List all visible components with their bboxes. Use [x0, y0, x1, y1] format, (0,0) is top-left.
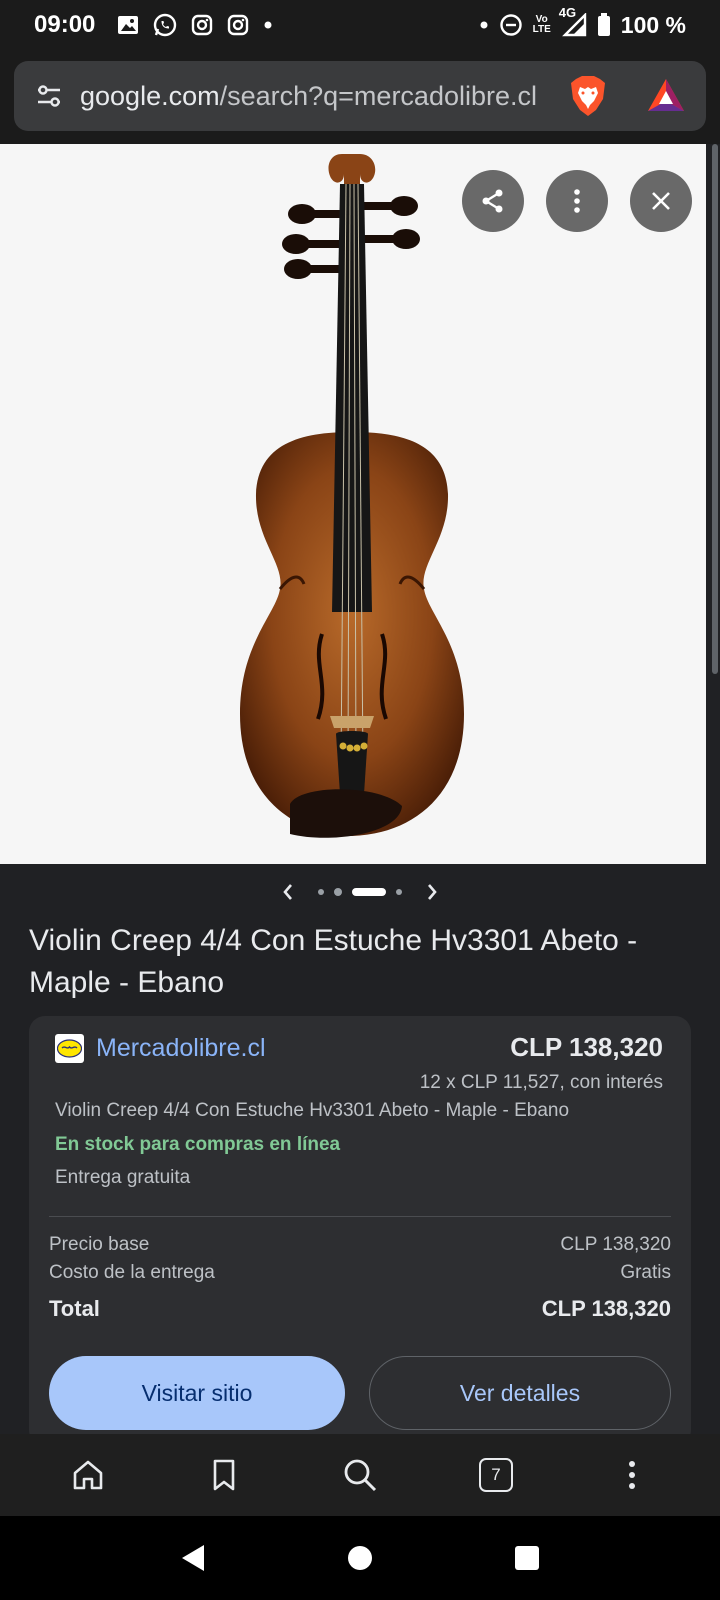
status-left: 09:00 — [34, 11, 273, 39]
url-path: /search?q=mercadolibre.cl — [219, 80, 538, 111]
gallery-notification-icon — [117, 14, 139, 36]
nav-recents-icon — [514, 1546, 539, 1570]
bookmark-button[interactable] — [194, 1445, 254, 1505]
dot-icon — [479, 20, 489, 30]
bookmark-icon — [213, 1459, 235, 1491]
installments: 12 x CLP 11,527, con interés — [419, 1072, 663, 1093]
battery-percent: 100 % — [620, 11, 686, 38]
home-icon — [73, 1460, 103, 1490]
tab-count: 7 — [479, 1458, 513, 1492]
nav-home-icon — [347, 1546, 372, 1570]
nav-back-icon — [182, 1545, 205, 1571]
carousel-dot[interactable] — [396, 889, 402, 895]
product-image[interactable] — [0, 144, 706, 864]
total-value: CLP 138,320 — [541, 1296, 671, 1321]
seller-link[interactable]: Mercadolibre.cl — [96, 1034, 266, 1063]
close-icon — [652, 192, 670, 210]
product-title: Violin Creep 4/4 Con Estuche Hv3301 Abet… — [29, 924, 638, 999]
nav-home-button[interactable] — [330, 1528, 390, 1588]
tabs-button[interactable]: 7 — [466, 1445, 526, 1505]
brave-lion-icon[interactable] — [568, 75, 608, 117]
more-options-button[interactable] — [546, 170, 608, 232]
share-button[interactable] — [462, 170, 524, 232]
status-time: 09:00 — [34, 11, 96, 38]
chevron-right-icon — [428, 884, 437, 900]
menu-button[interactable] — [602, 1445, 662, 1505]
volte-bottom: LTE — [532, 24, 551, 35]
whatsapp-notification-icon — [153, 13, 177, 37]
nav-back-button[interactable] — [163, 1528, 223, 1588]
battery-icon — [597, 13, 611, 37]
carousel-dot[interactable] — [334, 888, 342, 896]
signal-icon: 4G — [559, 5, 587, 37]
chevron-left-icon — [283, 884, 292, 900]
volte-indicator: Vo LTE — [533, 15, 551, 35]
close-button[interactable] — [630, 170, 692, 232]
offer-description: Violin Creep 4/4 Con Estuche Hv3301 Abet… — [55, 1100, 570, 1121]
delivery-info: Entrega gratuita — [55, 1167, 191, 1188]
scrollbar[interactable] — [712, 144, 718, 674]
do-not-disturb-icon — [499, 13, 523, 37]
status-bar: 09:00 Vo LTE 4G 100 % — [0, 0, 720, 50]
search-icon — [344, 1459, 377, 1492]
network-type: 4G — [558, 5, 577, 20]
url-text[interactable]: google.com/search?q=mercadolibre.cl — [80, 81, 548, 112]
more-vert-icon — [574, 189, 580, 213]
seller-row[interactable]: Mercadolibre.cl — [55, 1034, 266, 1063]
share-icon — [482, 189, 503, 213]
offer-card: Mercadolibre.cl CLP 138,320 12 x CLP 11,… — [29, 1016, 691, 1446]
status-right: Vo LTE 4G 100 % — [479, 5, 686, 39]
carousel-dot[interactable] — [318, 889, 324, 895]
instagram-notification-icon — [191, 14, 213, 36]
carousel-next-button[interactable] — [412, 882, 452, 902]
instagram-notification-icon-2 — [227, 14, 249, 36]
tune-icon[interactable] — [34, 81, 64, 111]
base-price-label: Precio base — [49, 1234, 150, 1255]
stock-status: En stock para compras en línea — [55, 1134, 341, 1155]
bat-rewards-icon[interactable] — [646, 77, 686, 115]
nav-recents-button[interactable] — [497, 1528, 557, 1588]
offer-price: CLP 138,320 — [510, 1032, 663, 1062]
delivery-cost-value: Gratis — [620, 1262, 671, 1283]
delivery-cost-label: Costo de la entrega — [49, 1262, 215, 1283]
browser-top-bar: google.com/search?q=mercadolibre.cl — [0, 50, 720, 144]
url-host: google.com — [80, 80, 220, 111]
carousel-dot-active[interactable] — [352, 888, 386, 896]
more-vert-icon — [629, 1461, 635, 1489]
violin-image — [240, 154, 464, 838]
search-button[interactable] — [330, 1445, 390, 1505]
screen: 09:00 Vo LTE 4G 100 % google.com/search?… — [0, 0, 720, 1600]
home-button[interactable] — [58, 1445, 118, 1505]
url-bar[interactable]: google.com/search?q=mercadolibre.cl — [14, 61, 706, 131]
view-details-button[interactable]: Ver detalles — [369, 1356, 671, 1430]
base-price-value: CLP 138,320 — [560, 1234, 671, 1255]
mercadolibre-logo-icon — [55, 1034, 84, 1063]
browser-bottom-toolbar: 7 — [0, 1434, 720, 1516]
system-nav-bar — [0, 1516, 720, 1600]
more-notifications-dot-icon — [263, 20, 273, 30]
carousel-prev-button[interactable] — [268, 882, 308, 902]
visit-site-button[interactable]: Visitar sitio — [49, 1356, 345, 1430]
image-carousel-nav — [0, 872, 720, 912]
total-label: Total — [49, 1296, 100, 1321]
divider — [49, 1216, 671, 1217]
